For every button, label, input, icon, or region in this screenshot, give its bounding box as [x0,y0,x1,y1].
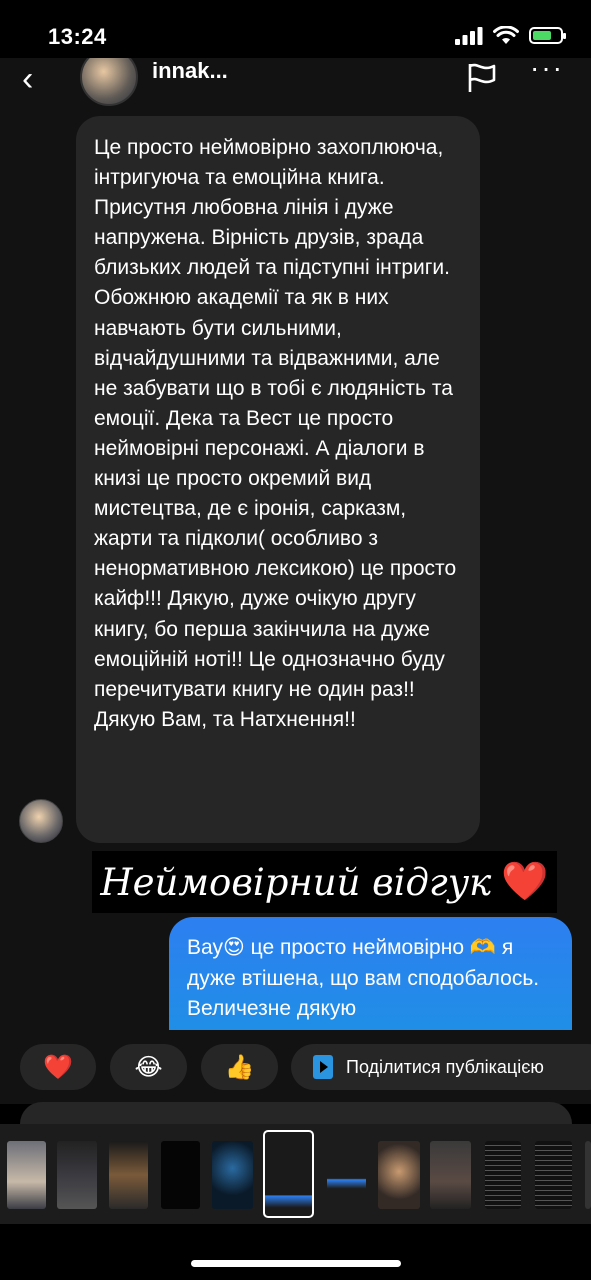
message-thread: Це просто неймовірно захоплююча, інтригу… [0,106,591,1030]
more-options-icon[interactable]: ··· [530,58,564,84]
incoming-message[interactable]: Це просто неймовірно захоплююча, інтригу… [76,116,480,843]
recent-screenshots-strip [0,1124,591,1224]
laughing-face-icon: 😂 [134,1053,163,1081]
sender-avatar[interactable] [19,799,63,843]
react-heart-button[interactable]: ❤️ [20,1044,96,1090]
screenshot-thumbnail[interactable] [57,1141,97,1209]
screenshot-thumbnail[interactable] [535,1141,572,1209]
contact-name[interactable]: innak... [152,58,228,84]
thumbs-up-icon: 👍 [224,1053,255,1081]
share-post-button[interactable]: Поділитися публікацією [291,1044,591,1090]
back-arrow-icon[interactable]: ‹ [22,62,33,96]
outgoing-message[interactable]: Вау😍 це просто неймовірно 🫶 я дуже втіше… [169,917,572,1030]
heart-icon: ❤️ [43,1053,73,1081]
screenshot-thumbnail[interactable] [212,1141,253,1209]
flag-icon[interactable] [466,62,498,92]
quick-actions-bar: ❤️ 😂 👍 Поділитися публікацією [0,1030,591,1104]
screenshot-thumbnail[interactable] [161,1141,200,1209]
screenshot-thumbnail[interactable] [430,1141,471,1209]
caption-text: Неймовірний відгук [100,860,492,904]
incoming-message-text: Це просто неймовірно захоплююча, інтригу… [94,136,457,731]
chat-header: ‹ innak... ··· [0,58,591,106]
screenshot-thumbnail[interactable] [378,1141,420,1209]
battery-icon [529,27,566,44]
heart-emoji: ❤️ [501,861,549,903]
share-icon [313,1055,333,1079]
review-caption: Неймовірний відгук ❤️ [92,851,557,913]
screenshot-thumbnail[interactable] [7,1141,46,1209]
screenshot-thumbnail[interactable] [327,1141,366,1209]
share-label: Поділитися публікацією [346,1056,544,1077]
screenshot-thumbnail[interactable] [485,1141,521,1209]
screenshot-thumbnail[interactable] [585,1141,591,1209]
contact-avatar[interactable] [80,58,138,106]
home-area [0,1224,591,1280]
screenshot-thumbnail-selected[interactable] [263,1130,314,1218]
home-indicator[interactable] [191,1260,401,1267]
react-laugh-button[interactable]: 😂 [110,1044,187,1090]
wifi-icon [493,26,519,44]
status-time: 13:24 [48,24,107,49]
status-icons [455,26,566,45]
signal-icon [455,26,483,45]
outgoing-message-text: Вау😍 це просто неймовірно 🫶 я дуже втіше… [187,936,540,1020]
react-thumbs-up-button[interactable]: 👍 [201,1044,278,1090]
screenshot-thumbnail[interactable] [109,1141,148,1209]
